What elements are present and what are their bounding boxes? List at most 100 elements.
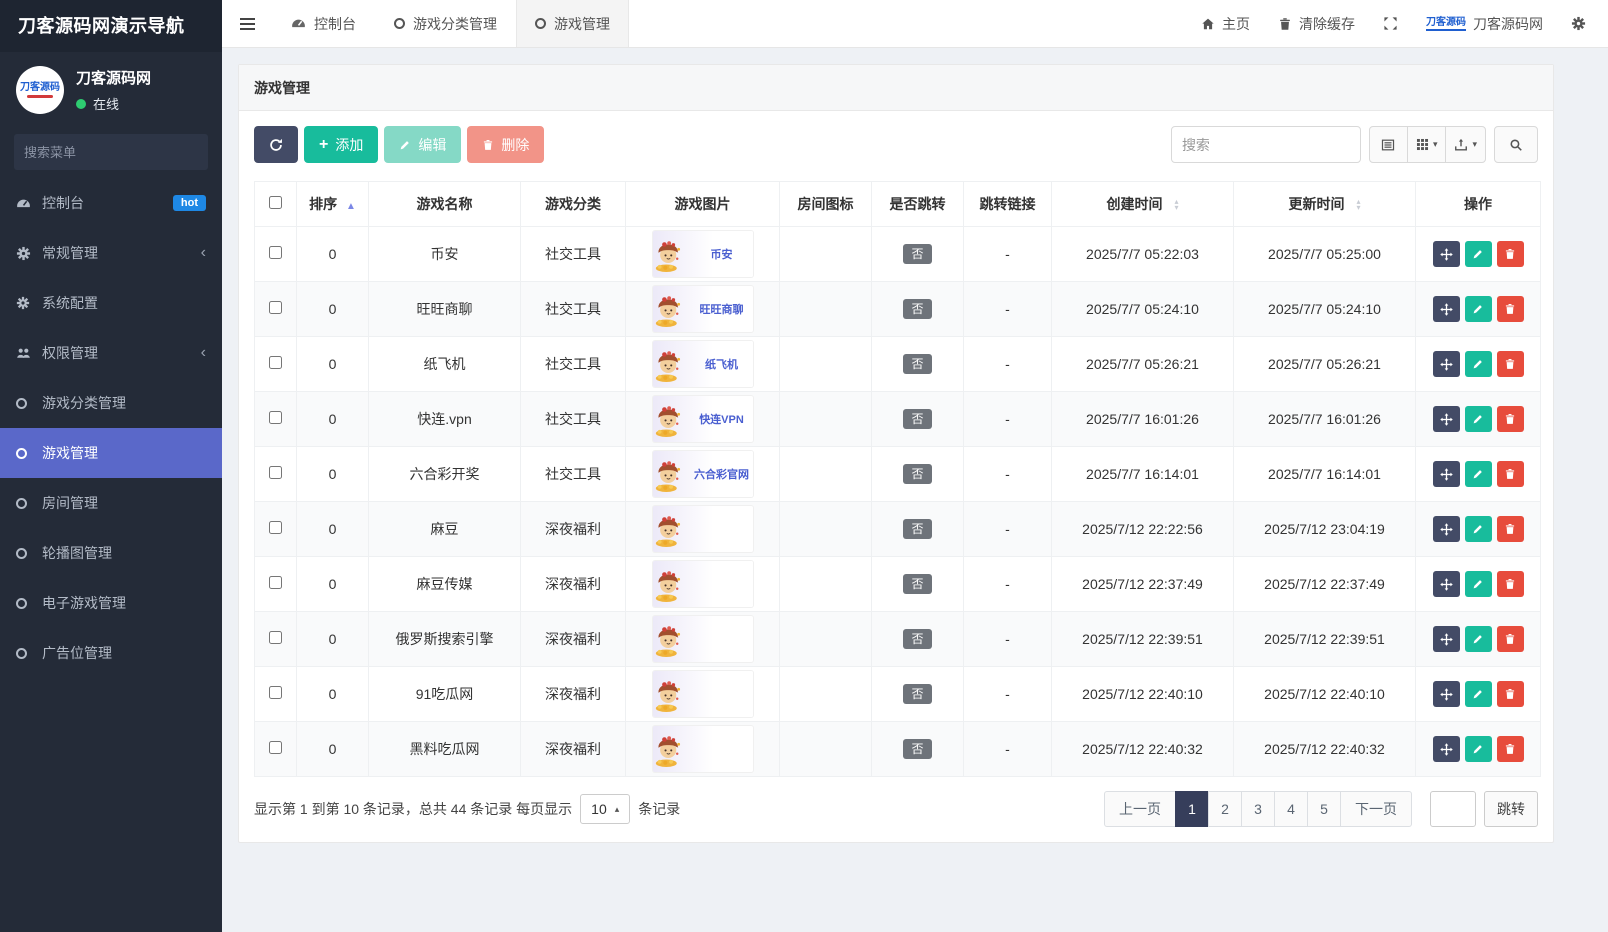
edit-row-button[interactable] [1465,241,1492,267]
move-row-button[interactable] [1433,241,1460,267]
sidebar-item[interactable]: 电子游戏管理 [0,578,222,628]
sidebar-search-input[interactable] [24,145,200,160]
edit-row-button[interactable] [1465,736,1492,762]
column-header[interactable]: 操作 [1416,182,1541,227]
home-button[interactable]: 主页 [1201,14,1250,34]
move-row-button[interactable] [1433,681,1460,707]
delete-row-button[interactable] [1497,626,1524,652]
page-jump-button[interactable]: 跳转 [1484,791,1538,827]
sidebar-item[interactable]: 房间管理 [0,478,222,528]
row-checkbox[interactable] [269,686,282,699]
game-image[interactable] [653,616,753,662]
edit-button[interactable]: 编辑 [384,126,461,163]
delete-row-button[interactable] [1497,461,1524,487]
page-number-button[interactable]: 3 [1241,791,1275,827]
sidebar-item[interactable]: 系统配置 [0,278,222,328]
game-image[interactable]: 币安 [653,231,753,277]
column-header[interactable]: 跳转链接 [964,182,1052,227]
sidebar-item[interactable]: 游戏分类管理 [0,378,222,428]
search-button[interactable] [1494,126,1538,163]
game-image[interactable] [653,506,753,552]
edit-row-button[interactable] [1465,516,1492,542]
delete-button[interactable]: 删除 [467,126,544,163]
brand-link[interactable]: 刀客源码 刀客源码网 [1426,14,1543,34]
page-number-button[interactable]: 4 [1274,791,1308,827]
edit-row-button[interactable] [1465,461,1492,487]
page-number-button[interactable]: 5 [1307,791,1341,827]
game-image[interactable]: 快连VPN [653,396,753,442]
column-header[interactable]: 游戏分类 [521,182,626,227]
delete-row-button[interactable] [1497,571,1524,597]
column-header[interactable]: 排序 ▲ [297,182,369,227]
move-row-button[interactable] [1433,296,1460,322]
hamburger-menu-button[interactable] [222,0,272,47]
prev-page-button[interactable]: 上一页 [1104,791,1176,827]
column-header[interactable]: 游戏图片 [626,182,780,227]
sidebar-item[interactable]: 权限管理 ‹ [0,328,222,378]
move-row-button[interactable] [1433,351,1460,377]
row-checkbox[interactable] [269,466,282,479]
next-page-button[interactable]: 下一页 [1340,791,1412,827]
delete-row-button[interactable] [1497,406,1524,432]
delete-row-button[interactable] [1497,681,1524,707]
delete-row-button[interactable] [1497,296,1524,322]
add-button[interactable]: + 添加 [304,126,378,163]
row-checkbox[interactable] [269,521,282,534]
game-image[interactable] [653,561,753,607]
delete-row-button[interactable] [1497,241,1524,267]
sort-toggle-icon[interactable]: ▴▾ [1356,199,1360,211]
column-header[interactable]: 游戏名称 [369,182,521,227]
refresh-button[interactable] [254,126,298,163]
move-row-button[interactable] [1433,626,1460,652]
move-row-button[interactable] [1433,736,1460,762]
sort-toggle-icon[interactable]: ▴▾ [1174,199,1178,211]
delete-row-button[interactable] [1497,351,1524,377]
search-input[interactable] [1171,126,1361,163]
column-header[interactable]: 更新时间 ▴▾ [1234,182,1416,227]
sidebar-item[interactable]: 常规管理 ‹ [0,228,222,278]
topbar-tab[interactable]: 游戏分类管理 [375,0,516,47]
topbar-tab[interactable]: 游戏管理 [516,0,629,47]
export-button[interactable]: ▾ [1445,126,1486,163]
move-row-button[interactable] [1433,571,1460,597]
detail-view-button[interactable] [1369,126,1408,163]
column-header[interactable]: 是否跳转 [872,182,964,227]
sidebar-item[interactable]: 轮播图管理 [0,528,222,578]
game-image[interactable] [653,671,753,717]
delete-row-button[interactable] [1497,516,1524,542]
edit-row-button[interactable] [1465,351,1492,377]
settings-button[interactable] [1571,16,1586,31]
move-row-button[interactable] [1433,461,1460,487]
sidebar-item[interactable]: 控制台 hot [0,178,222,228]
game-image[interactable]: 旺旺商聊 [653,286,753,332]
page-size-select[interactable]: 10 ▴ [580,794,630,824]
edit-row-button[interactable] [1465,626,1492,652]
delete-row-button[interactable] [1497,736,1524,762]
topbar-tab[interactable]: 控制台 [272,0,375,47]
row-checkbox[interactable] [269,356,282,369]
sidebar-item[interactable]: 广告位管理 [0,628,222,678]
fullscreen-button[interactable] [1383,16,1398,31]
page-number-button[interactable]: 1 [1175,791,1209,827]
row-checkbox[interactable] [269,631,282,644]
page-number-button[interactable]: 2 [1208,791,1242,827]
row-checkbox[interactable] [269,576,282,589]
game-image[interactable]: 六合彩官网 [653,451,753,497]
game-image[interactable]: 纸飞机 [653,341,753,387]
edit-row-button[interactable] [1465,406,1492,432]
edit-row-button[interactable] [1465,571,1492,597]
column-header[interactable]: 创建时间 ▴▾ [1052,182,1234,227]
edit-row-button[interactable] [1465,681,1492,707]
move-row-button[interactable] [1433,406,1460,432]
edit-row-button[interactable] [1465,296,1492,322]
column-header[interactable]: 房间图标 [780,182,872,227]
game-image[interactable] [653,726,753,772]
row-checkbox[interactable] [269,246,282,259]
move-row-button[interactable] [1433,516,1460,542]
row-checkbox[interactable] [269,411,282,424]
clear-cache-button[interactable]: 清除缓存 [1278,14,1355,34]
row-checkbox[interactable] [269,301,282,314]
row-checkbox[interactable] [269,741,282,754]
select-all-checkbox[interactable] [269,196,282,209]
page-jump-input[interactable] [1430,791,1476,827]
